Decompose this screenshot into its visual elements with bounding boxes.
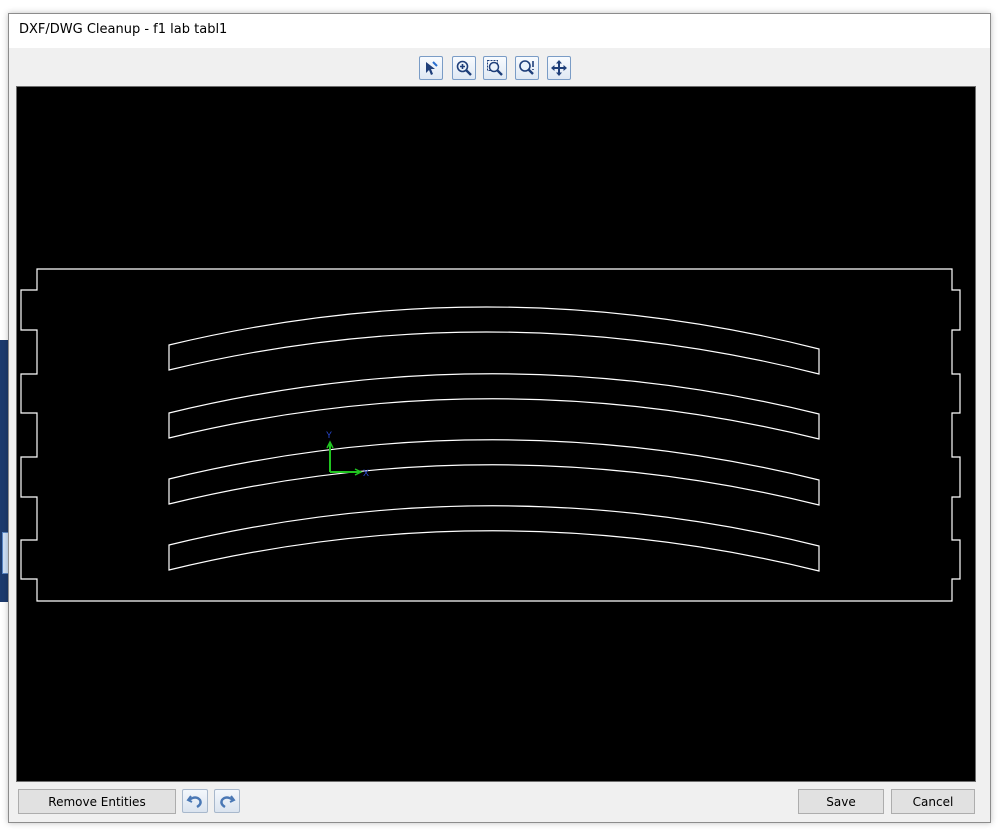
axis-y-label: Y [326,430,332,440]
origin-axis-marker: Y X [326,430,369,478]
select-entity-button[interactable] [419,56,443,80]
select-entity-icon [426,61,438,75]
zoom-in-icon [456,60,472,76]
zoom-window-button[interactable] [483,56,507,80]
zoom-extents-button[interactable] [515,56,539,80]
window-title: DXF/DWG Cleanup - f1 lab tabl1 [19,22,228,37]
title-bar[interactable]: DXF/DWG Cleanup - f1 lab tabl1 [9,14,990,48]
save-button[interactable]: Save [798,789,884,814]
curved-slot-3[interactable] [168,439,820,506]
remove-entities-button[interactable]: Remove Entities [18,789,176,814]
dialog-action-bar: Remove Entities Save Cancel [9,787,990,817]
undo-icon [186,795,202,809]
cancel-button[interactable]: Cancel [891,789,975,814]
redo-button[interactable] [214,789,240,813]
curved-slot-1[interactable] [168,306,820,375]
view-toolbar [9,54,990,84]
redo-icon [220,795,236,809]
axis-x-label: X [363,468,369,478]
zoom-window-icon [487,60,503,76]
pan-icon [551,60,567,76]
dxf-drawing-canvas[interactable]: Y X [17,87,975,781]
zoom-extents-icon [519,60,534,75]
pan-button[interactable] [547,56,571,80]
dxf-cleanup-dialog: DXF/DWG Cleanup - f1 lab tabl1 Y X Remov… [8,13,991,823]
drawing-viewport[interactable]: Y X [16,86,976,782]
zoom-in-button[interactable] [452,56,476,80]
curved-slot-4[interactable] [168,505,820,572]
undo-button[interactable] [182,789,208,813]
curved-slot-2[interactable] [168,373,820,440]
